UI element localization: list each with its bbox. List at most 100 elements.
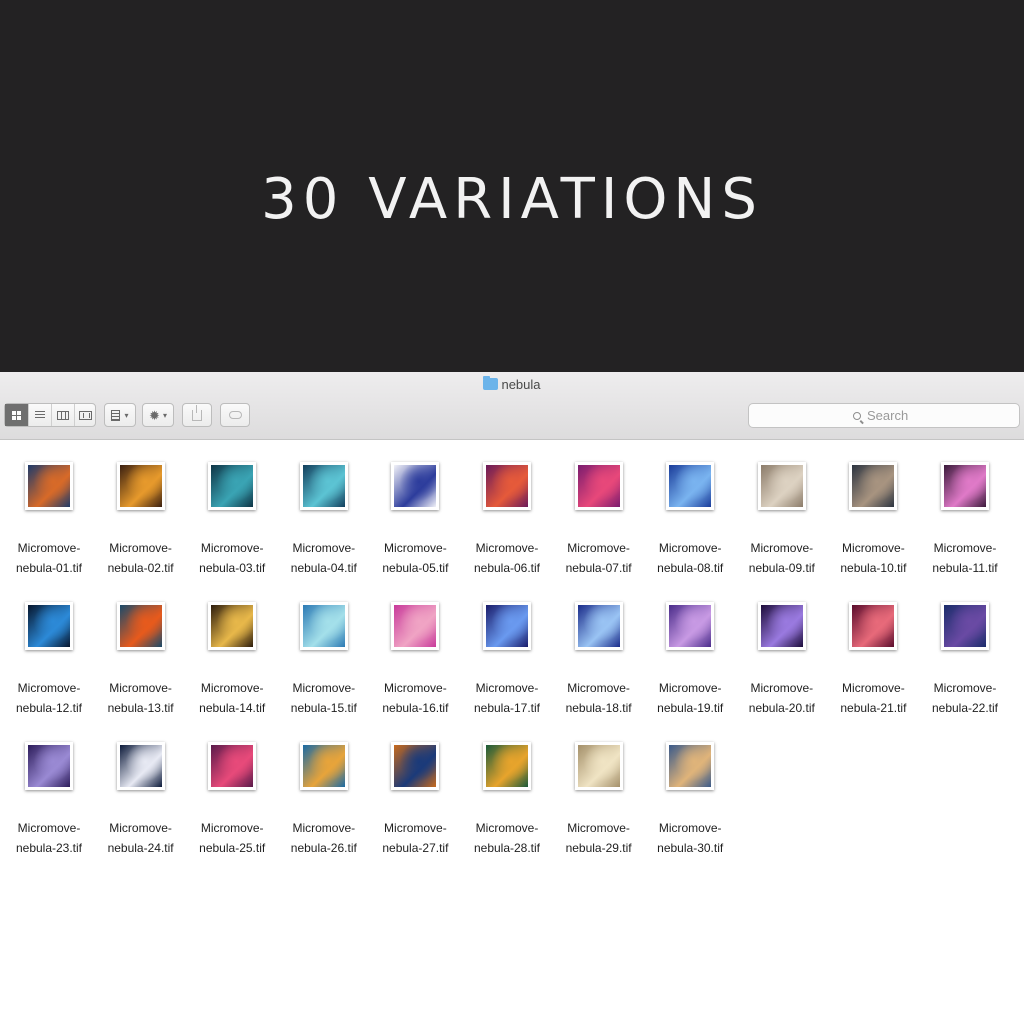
file-thumbnail bbox=[299, 602, 348, 650]
file-name: Micromove- nebula-24.tif bbox=[107, 821, 174, 855]
file-item[interactable]: Micromove- nebula-28.tif bbox=[461, 732, 553, 862]
nebula-image bbox=[394, 465, 437, 507]
file-name: Micromove- nebula-04.tif bbox=[290, 541, 357, 575]
file-thumbnail bbox=[666, 742, 715, 790]
file-item[interactable]: Micromove- nebula-30.tif bbox=[644, 732, 736, 862]
file-name: Micromove- nebula-01.tif bbox=[15, 541, 83, 575]
file-thumbnail bbox=[25, 742, 73, 790]
file-item[interactable]: Micromove- nebula-12.tif bbox=[3, 592, 95, 722]
file-name: Micromove- nebula-07.tif bbox=[565, 541, 632, 575]
file-item[interactable]: Micromove- nebula-11.tif bbox=[919, 452, 1011, 582]
file-name: Micromove- nebula-29.tif bbox=[565, 821, 632, 855]
file-thumbnail bbox=[666, 602, 715, 650]
file-thumbnail bbox=[941, 462, 989, 510]
file-name: Micromove- nebula-22.tif bbox=[931, 681, 999, 715]
file-name: Micromove- nebula-05.tif bbox=[382, 541, 449, 575]
file-item[interactable]: Micromove- nebula-29.tif bbox=[553, 732, 645, 862]
file-item[interactable]: Micromove- nebula-07.tif bbox=[553, 452, 645, 582]
file-thumbnail bbox=[391, 462, 440, 510]
nebula-image bbox=[852, 605, 895, 647]
file-item[interactable]: Micromove- nebula-02.tif bbox=[95, 452, 187, 582]
file-item[interactable]: Micromove- nebula-01.tif bbox=[3, 452, 95, 582]
list-view-icon[interactable] bbox=[28, 404, 51, 426]
window-title-text: nebula bbox=[501, 377, 541, 392]
share-button[interactable] bbox=[182, 403, 212, 427]
file-thumbnail bbox=[116, 742, 165, 790]
nebula-image bbox=[577, 465, 620, 507]
nebula-image bbox=[760, 465, 803, 507]
file-item[interactable]: Micromove- nebula-08.tif bbox=[644, 452, 736, 582]
file-name: Micromove- nebula-26.tif bbox=[290, 821, 357, 855]
file-item[interactable]: Micromove- nebula-03.tif bbox=[186, 452, 278, 582]
file-thumbnail bbox=[483, 742, 531, 790]
file-name: Micromove- nebula-16.tif bbox=[382, 681, 449, 715]
file-name: Micromove- nebula-27.tif bbox=[382, 821, 449, 855]
file-name: Micromove- nebula-14.tif bbox=[199, 681, 266, 715]
file-item[interactable]: Micromove- nebula-09.tif bbox=[736, 452, 828, 582]
nebula-image bbox=[211, 465, 254, 507]
nebula-image bbox=[486, 465, 528, 507]
finder-window: nebula ▾ ✹▾ Micromove- nebula-01.tif Micr… bbox=[0, 372, 1024, 1024]
cover-flow-view-icon[interactable] bbox=[74, 404, 95, 426]
file-item[interactable]: Micromove- nebula-17.tif bbox=[461, 592, 553, 722]
hero-title: 30 VARIATIONS bbox=[261, 167, 763, 232]
file-thumbnail bbox=[849, 462, 898, 510]
file-thumbnail bbox=[391, 742, 440, 790]
file-thumbnail bbox=[574, 742, 623, 790]
nebula-image bbox=[669, 465, 712, 507]
file-item[interactable]: Micromove- nebula-23.tif bbox=[3, 732, 95, 862]
nebula-image bbox=[28, 605, 70, 647]
icon-view-icon[interactable] bbox=[5, 404, 28, 426]
column-view-icon[interactable] bbox=[51, 404, 74, 426]
file-item[interactable]: Micromove- nebula-15.tif bbox=[278, 592, 370, 722]
file-name: Micromove- nebula-28.tif bbox=[473, 821, 541, 855]
folder-icon bbox=[483, 376, 499, 390]
file-name: Micromove- nebula-03.tif bbox=[199, 541, 266, 575]
nebula-image bbox=[486, 745, 528, 787]
file-item[interactable]: Micromove- nebula-10.tif bbox=[827, 452, 919, 582]
file-thumbnail bbox=[757, 602, 806, 650]
file-name: Micromove- nebula-02.tif bbox=[107, 541, 174, 575]
nebula-image bbox=[394, 605, 437, 647]
file-name: Micromove- nebula-19.tif bbox=[657, 681, 724, 715]
file-name: Micromove- nebula-17.tif bbox=[473, 681, 541, 715]
file-thumbnail bbox=[116, 462, 165, 510]
title-toolbar: nebula ▾ ✹ ▾ bbox=[0, 372, 1024, 440]
search-input[interactable] bbox=[867, 408, 915, 423]
file-item[interactable]: Micromove- nebula-22.tif bbox=[919, 592, 1011, 722]
file-item[interactable]: Micromove- nebula-20.tif bbox=[736, 592, 828, 722]
chevron-down-icon: ▾ bbox=[124, 410, 129, 420]
file-item[interactable]: Micromove- nebula-16.tif bbox=[369, 592, 461, 722]
file-item[interactable]: Micromove- nebula-25.tif bbox=[186, 732, 278, 862]
file-name: Micromove- nebula-15.tif bbox=[290, 681, 357, 715]
file-item[interactable]: Micromove- nebula-13.tif bbox=[95, 592, 187, 722]
window-title: nebula bbox=[0, 376, 1024, 394]
file-item[interactable]: Micromove- nebula-24.tif bbox=[95, 732, 187, 862]
file-thumbnail bbox=[391, 602, 440, 650]
nebula-image bbox=[760, 605, 803, 647]
file-name: Micromove- nebula-20.tif bbox=[748, 681, 815, 715]
file-item[interactable]: Micromove- nebula-04.tif bbox=[278, 452, 370, 582]
nebula-image bbox=[944, 465, 986, 507]
file-thumbnail bbox=[483, 462, 531, 510]
action-button[interactable]: ✹ ▾ bbox=[142, 403, 174, 427]
search-icon bbox=[853, 411, 861, 420]
file-item[interactable]: Micromove- nebula-18.tif bbox=[553, 592, 645, 722]
file-thumbnail bbox=[757, 462, 806, 510]
file-item[interactable]: Micromove- nebula-06.tif bbox=[461, 452, 553, 582]
file-item[interactable]: Micromove- nebula-27.tif bbox=[369, 732, 461, 862]
search-field[interactable] bbox=[748, 403, 1020, 428]
nebula-image bbox=[577, 745, 620, 787]
file-name: Micromove- nebula-11.tif bbox=[932, 541, 998, 575]
arrange-button[interactable]: ▾ bbox=[104, 403, 136, 427]
tags-button[interactable] bbox=[220, 403, 250, 427]
file-item[interactable]: Micromove- nebula-26.tif bbox=[278, 732, 370, 862]
file-item[interactable]: Micromove- nebula-14.tif bbox=[186, 592, 278, 722]
file-thumbnail bbox=[666, 462, 715, 510]
file-item[interactable]: Micromove- nebula-21.tif bbox=[827, 592, 919, 722]
view-switcher bbox=[4, 403, 96, 427]
file-item[interactable]: Micromove- nebula-19.tif bbox=[644, 592, 736, 722]
file-item[interactable]: Micromove- nebula-05.tif bbox=[369, 452, 461, 582]
nebula-image bbox=[669, 745, 712, 787]
nebula-image bbox=[211, 745, 254, 787]
